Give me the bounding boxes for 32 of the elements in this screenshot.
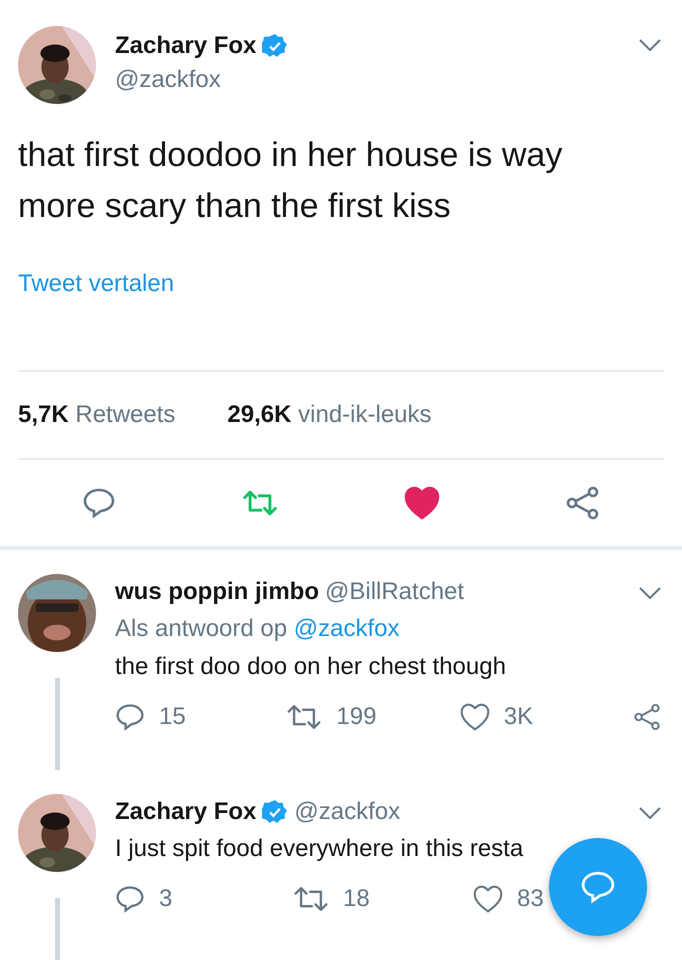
author-handle[interactable]: @BillRatchet [324, 574, 464, 610]
author-name[interactable]: Zachary Fox [115, 794, 256, 830]
reply-count: 15 [159, 703, 186, 731]
retweet-count: 199 [336, 703, 376, 731]
chevron-down-icon[interactable] [638, 586, 662, 600]
heart-icon[interactable] [460, 702, 490, 732]
stat-count[interactable]: 5,7K Retweets [18, 401, 176, 429]
tweet-text: that first doodoo in her house is way more scary than the first kiss [18, 135, 564, 227]
reply-count: 3 [159, 885, 172, 913]
retweet-icon[interactable] [286, 702, 322, 732]
compose-reply-button[interactable] [549, 838, 647, 936]
like-count: 3K [504, 703, 534, 731]
retweet-count: 18 [343, 885, 370, 913]
heart-icon[interactable] [404, 486, 440, 520]
like-count: 83 [517, 885, 544, 913]
reply-icon[interactable] [115, 884, 145, 914]
author-handle[interactable]: @zackfox [115, 63, 288, 97]
retweet-icon[interactable] [293, 884, 329, 914]
reply-context: Als antwoord op [115, 615, 288, 642]
reply-text: the first doo doo on her chest though [115, 652, 507, 682]
reply-icon[interactable] [115, 702, 145, 732]
chevron-down-icon[interactable] [638, 806, 662, 820]
reply-text: I just spit food everywhere in this resta [115, 834, 524, 864]
stat-count[interactable]: 29,6K vind-ik-leuks [227, 401, 432, 429]
author-name[interactable]: wus poppin jimbo [115, 574, 319, 610]
heart-icon[interactable] [473, 884, 503, 914]
share-icon[interactable] [633, 702, 662, 732]
author-handle[interactable]: @zackfox [294, 794, 400, 830]
author-name[interactable]: Zachary Fox [115, 29, 256, 63]
chevron-down-icon[interactable] [638, 38, 662, 52]
reply-icon[interactable] [80, 486, 117, 520]
speech-bubble-icon [580, 869, 616, 905]
